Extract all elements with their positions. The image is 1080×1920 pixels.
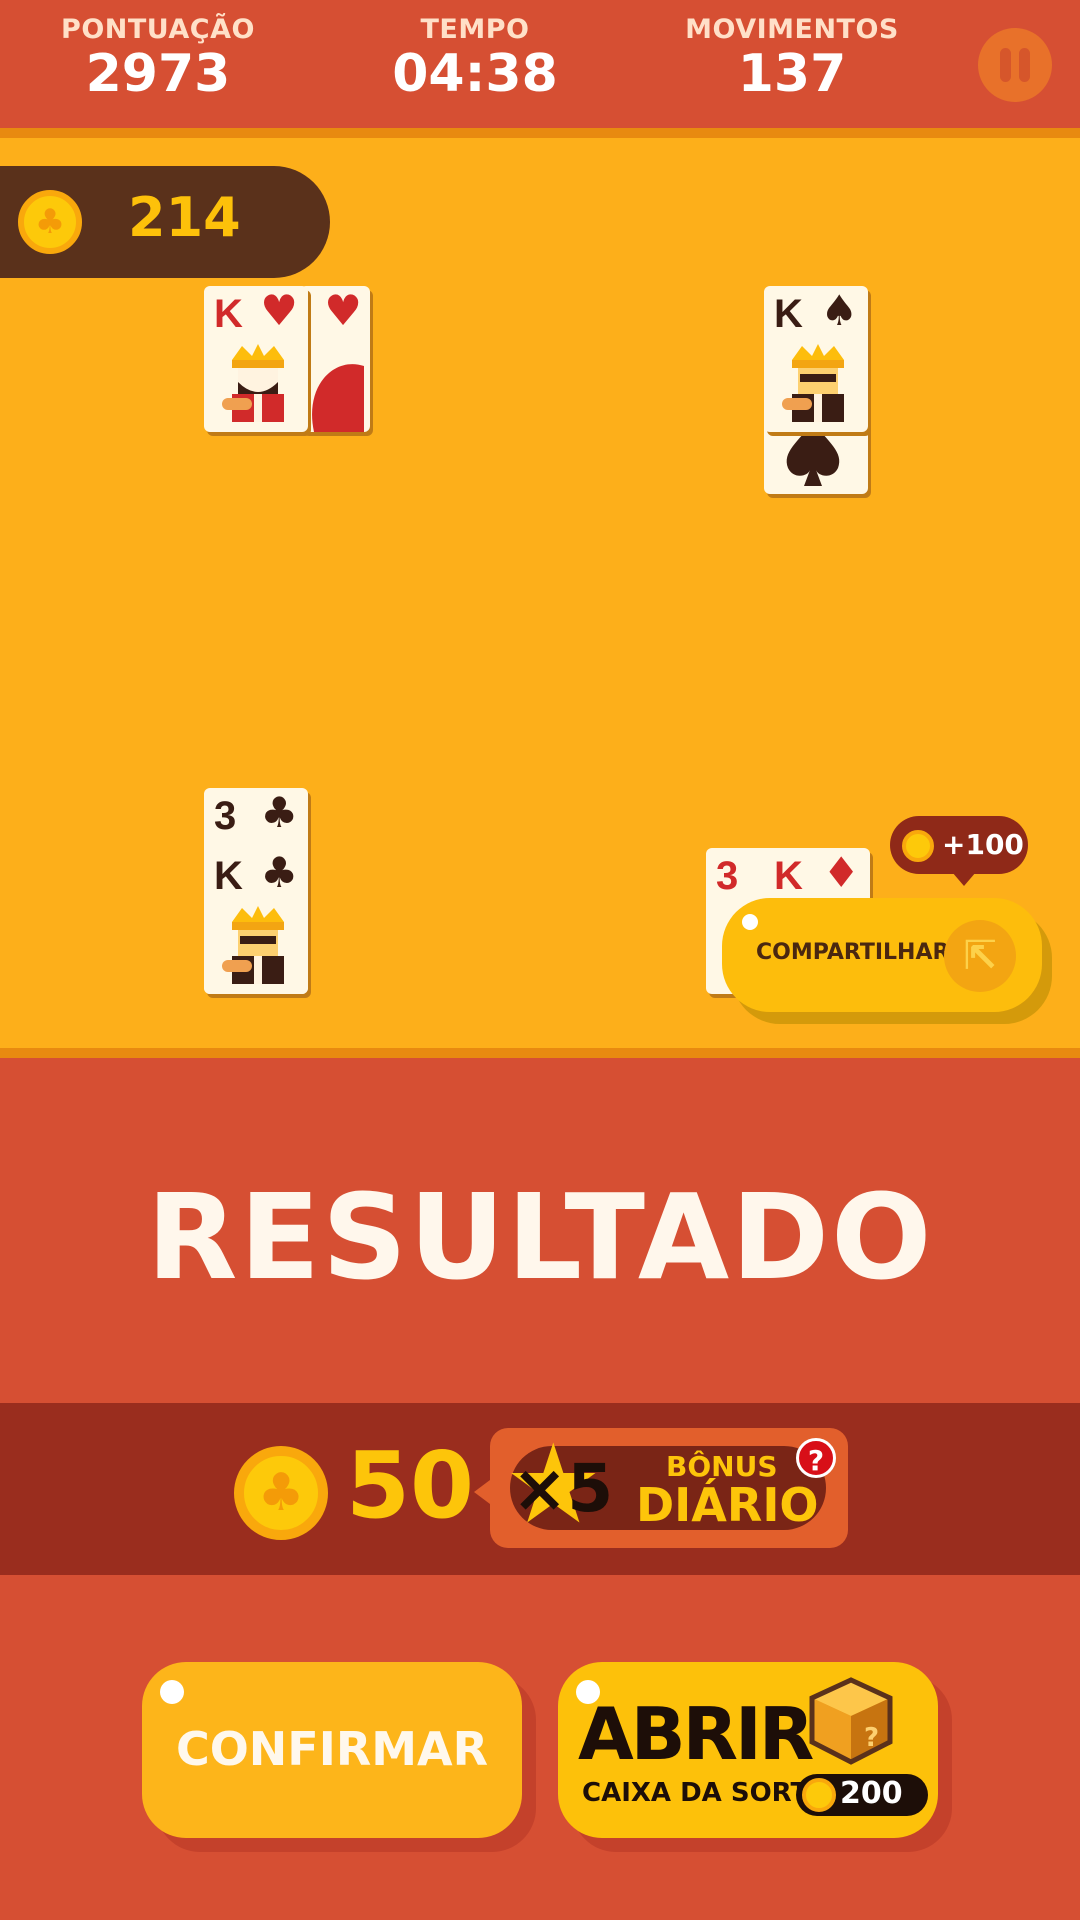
king-figure-icon xyxy=(782,344,844,422)
result-title: RESULTADO xyxy=(146,1168,934,1306)
share-label: COMPARTILHAR xyxy=(756,940,950,965)
card-rank: 3 xyxy=(716,854,739,898)
foundation-spades[interactable]: K ♠ xyxy=(764,286,872,496)
coin-icon: ♣ xyxy=(234,1446,328,1540)
time-value: 04:38 xyxy=(392,44,558,104)
king-figure-icon xyxy=(222,344,284,422)
share-button[interactable]: COMPARTILHAR ⇱ xyxy=(722,898,1042,1012)
diamond-suit-icon: ♦ xyxy=(822,848,860,897)
spade-suit-icon: ♠ xyxy=(820,286,858,335)
score-stat: PONTUAÇÃO 2973 xyxy=(28,14,288,103)
open-price: 200 xyxy=(796,1774,928,1816)
club-suit-icon: ♣ xyxy=(260,788,298,837)
open-subtitle: CAIXA DA SORTE xyxy=(582,1778,827,1808)
score-value: 2973 xyxy=(85,44,231,104)
confirm-button[interactable]: CONFIRMAR xyxy=(142,1662,522,1838)
coin-icon xyxy=(802,1778,836,1812)
heart-large-icon xyxy=(312,364,364,432)
daily-bonus-button[interactable]: ★ ×5 BÔNUS DIÁRIO ? xyxy=(474,1428,848,1548)
share-bonus-bubble: +100 xyxy=(890,816,1028,886)
card-rank: K xyxy=(774,292,803,336)
club-suit-icon: ♣ xyxy=(260,848,298,897)
open-title: ABRIR xyxy=(578,1692,814,1776)
confirm-label: CONFIRMAR xyxy=(175,1722,489,1776)
coin-icon xyxy=(902,830,934,862)
help-icon[interactable]: ? xyxy=(796,1438,836,1478)
share-bonus-value: +100 xyxy=(942,828,1024,861)
king-figure-icon xyxy=(222,906,284,984)
moves-value: 137 xyxy=(737,44,847,104)
coin-icon: ♣ xyxy=(18,190,82,254)
card-back-heart: ♥ xyxy=(300,286,370,432)
moves-label: MOVIMENTOS xyxy=(685,14,899,45)
reward-value: 50 xyxy=(346,1432,475,1539)
time-stat: TEMPO 04:38 xyxy=(345,14,605,103)
coin-balance-value: 214 xyxy=(128,186,241,249)
pause-button[interactable] xyxy=(978,28,1052,102)
foundation-clubs[interactable]: 3 ♣ K ♣ xyxy=(204,788,312,998)
svg-text:?: ? xyxy=(864,1723,879,1753)
open-price-value: 200 xyxy=(840,1776,903,1811)
treasure-box-icon: ? xyxy=(809,1677,893,1765)
bonus-label-line2: DIÁRIO xyxy=(636,1478,819,1532)
heart-suit-icon: ♥ xyxy=(324,286,362,335)
time-label: TEMPO xyxy=(420,14,530,45)
open-lucky-box-button[interactable]: ABRIR ? CAIXA DA SORTE 200 xyxy=(558,1662,938,1838)
card-rank: K xyxy=(214,292,243,336)
bonus-multiplier: ×5 xyxy=(512,1450,614,1527)
moves-stat: MOVIMENTOS 137 xyxy=(662,14,922,103)
foundation-hearts[interactable]: ♥ K ♥ xyxy=(204,286,372,436)
card-king-hearts: K ♥ xyxy=(204,286,308,432)
card-rank: K xyxy=(214,854,243,898)
coin-balance: ♣ 214 xyxy=(0,166,330,278)
card-king-spades: K ♠ xyxy=(764,286,868,432)
card-rank: 3 xyxy=(214,794,237,838)
heart-suit-icon: ♥ xyxy=(260,286,298,335)
external-share-icon: ⇱ xyxy=(944,920,1016,992)
score-label: PONTUAÇÃO xyxy=(61,14,255,45)
card-rank: K xyxy=(774,854,803,898)
card-king-clubs: K ♣ xyxy=(204,848,308,994)
